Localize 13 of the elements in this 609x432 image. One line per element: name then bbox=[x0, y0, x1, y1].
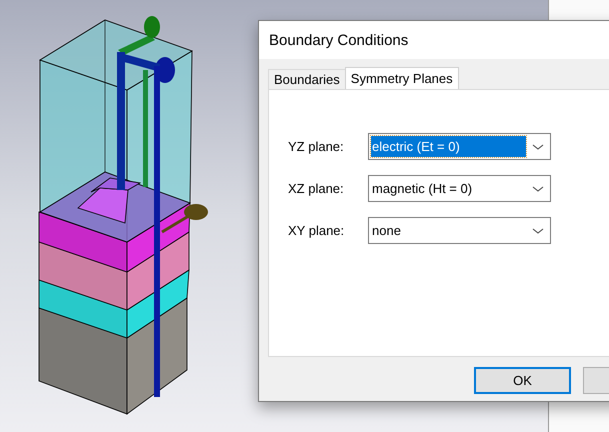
field-label: XZ plane: bbox=[288, 181, 345, 196]
dropdown[interactable]: electric (Et = 0) bbox=[368, 133, 551, 160]
chevron-down-icon bbox=[532, 142, 544, 150]
chevron-down-icon bbox=[532, 226, 544, 234]
ok-button[interactable]: OK bbox=[474, 367, 571, 394]
field-label: YZ plane: bbox=[288, 139, 345, 154]
dropdown[interactable]: magnetic (Ht = 0) bbox=[368, 175, 551, 202]
window-title: Boundary Conditions bbox=[269, 32, 408, 48]
tab[interactable]: Boundaries bbox=[268, 69, 346, 89]
tab[interactable]: Symmetry Planes bbox=[344, 67, 459, 89]
field-label: XY plane: bbox=[288, 223, 346, 238]
dropdown[interactable]: none bbox=[368, 217, 551, 244]
chevron-down-icon bbox=[532, 184, 544, 192]
